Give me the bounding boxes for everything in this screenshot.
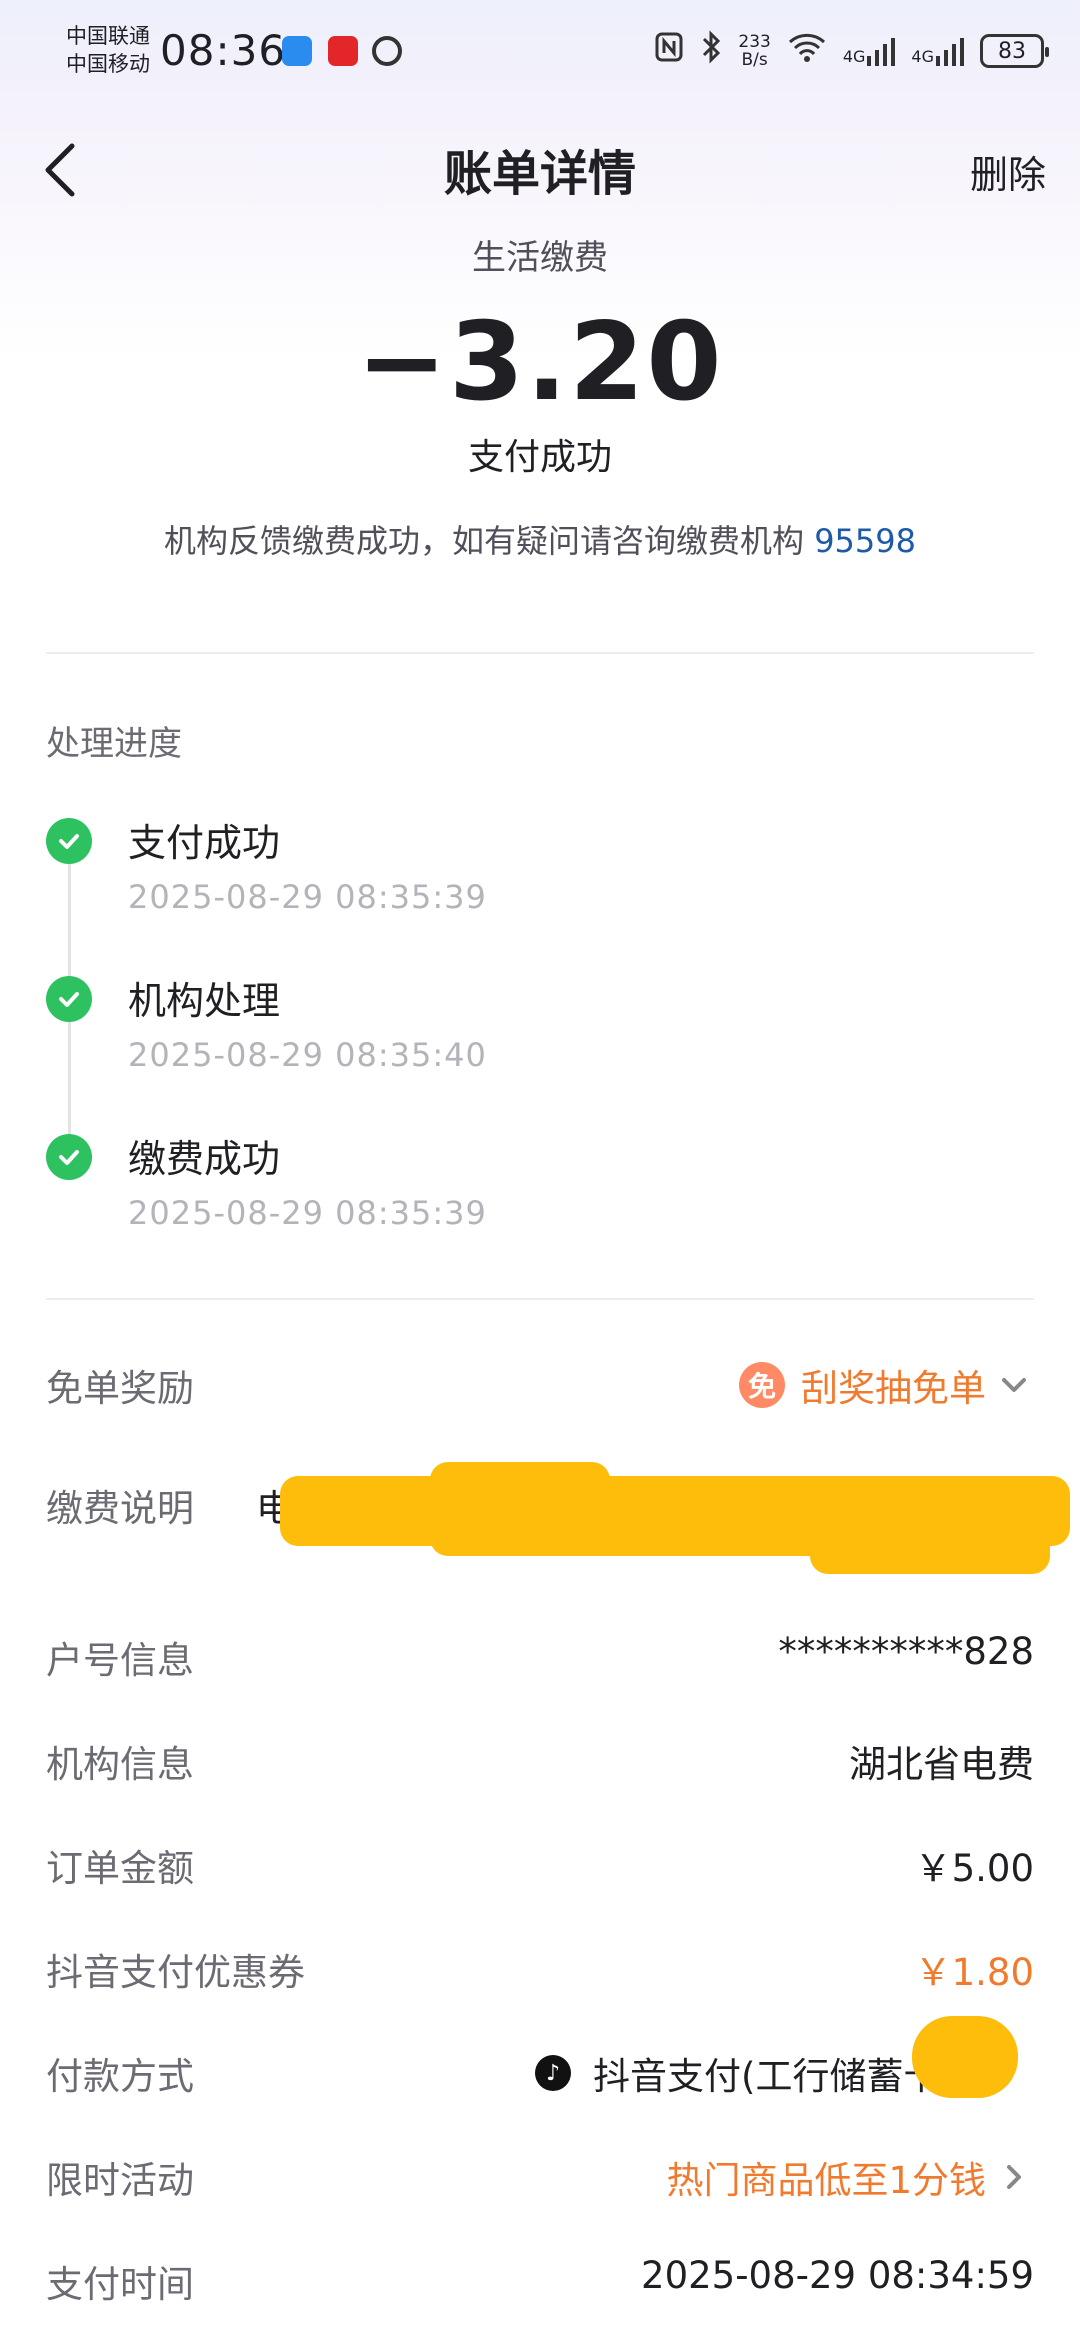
promotion-label: 限时活动 [46,2159,194,2202]
chevron-right-icon [1007,2165,1021,2189]
battery-icon: 83 [980,34,1049,68]
step-label: 支付成功 [128,821,281,865]
step-label: 机构处理 [128,979,281,1023]
carrier-info: 中国联通 中国移动 [66,22,150,78]
redaction-mark [810,1500,1050,1574]
institution-value: 湖北省电费 [849,1743,1034,1786]
check-icon [46,1134,92,1180]
payment-method-text: 抖音支付(工行储蓄卡7 [593,2055,964,2098]
signal-bars-icon [936,38,964,66]
step-label: 缴费成功 [128,1137,281,1181]
institution-row: 机构信息 湖北省电费 [46,1734,1034,1794]
step-time: 2025-08-29 08:35:39 [128,1194,487,1232]
chevron-down-icon [1002,1378,1026,1392]
network-speed: 233 B/s [738,32,771,70]
account-label: 户号信息 [46,1639,194,1682]
carrier-2: 中国移动 [66,52,150,76]
douyin-icon: ♪ [535,2055,572,2091]
coupon-value: ￥1.80 [914,1951,1034,1994]
bluetooth-icon [700,30,722,72]
step-time: 2025-08-29 08:35:40 [128,1036,487,1074]
news-app-icon [328,36,358,66]
progress-title: 处理进度 [46,724,182,764]
reward-text: 刮奖抽免单 [801,1367,986,1410]
account-row: 户号信息 **********828 [46,1630,1034,1690]
carrier-1: 中国联通 [66,24,150,48]
nfc-icon [654,31,684,71]
promotion-row[interactable]: 限时活动 热门商品低至1分钱 [46,2150,1034,2210]
speedometer-icon [372,36,402,66]
bill-category: 生活缴费 [472,238,608,278]
page-title: 账单详情 [443,146,636,202]
promotion-text: 热门商品低至1分钱 [666,2159,986,2202]
redaction-mark [912,2016,1018,2098]
order-amount-label: 订单金额 [46,1847,194,1890]
free-badge-icon: 免 [739,1362,785,1408]
message-app-icon [282,36,312,66]
pay-time-label: 支付时间 [46,2263,194,2306]
pay-time-row: 支付时间 2025-08-29 08:34:59 [46,2254,1034,2314]
payment-method-value[interactable]: ♪ 抖音支付(工行储蓄卡7 [535,2046,964,2100]
signal-2: 4G [911,36,964,66]
check-icon [46,818,92,864]
institution-label: 机构信息 [46,1743,194,1786]
notice-text: 机构反馈缴费成功，如有疑问请咨询缴费机构 [164,522,805,560]
account-value: **********828 [778,1630,1034,1673]
payment-status: 支付成功 [467,437,612,478]
wifi-icon [787,32,827,70]
reward-row[interactable]: 免单奖励 免 刮奖抽免单 [46,1358,1034,1418]
status-bar: 中国联通 中国移动 08:36 233 B/s 4G 4G 83 [0,0,1080,110]
signal-bars-icon [867,38,896,66]
payment-method-label: 付款方式 [46,2055,194,2098]
bill-amount: −3.20 [356,300,724,425]
payment-method-row[interactable]: 付款方式 ♪ 抖音支付(工行储蓄卡7 [46,2046,1034,2106]
step-time: 2025-08-29 08:35:39 [128,878,487,916]
pay-time-value: 2025-08-29 08:34:59 [641,2254,1034,2297]
divider [46,652,1034,654]
check-icon [46,976,92,1022]
coupon-row: 抖音支付优惠券 ￥1.80 [46,1942,1034,2002]
hotline-link[interactable]: 95598 [814,522,916,560]
clock: 08:36 [160,26,287,75]
order-amount-value: ￥5.00 [914,1847,1034,1890]
redaction-mark [430,1500,830,1556]
reward-value[interactable]: 免 刮奖抽免单 [739,1358,1034,1412]
divider [46,1298,1034,1300]
description-label: 缴费说明 [46,1487,194,1530]
reward-label: 免单奖励 [46,1367,194,1410]
order-amount-row: 订单金额 ￥5.00 [46,1838,1034,1898]
signal-1: 4G [843,36,896,66]
promotion-value[interactable]: 热门商品低至1分钱 [666,2150,1034,2204]
coupon-label: 抖音支付优惠券 [46,1951,305,1994]
delete-button[interactable]: 删除 [970,144,1046,199]
institution-notice: 机构反馈缴费成功，如有疑问请咨询缴费机构 95598 [0,516,1080,562]
